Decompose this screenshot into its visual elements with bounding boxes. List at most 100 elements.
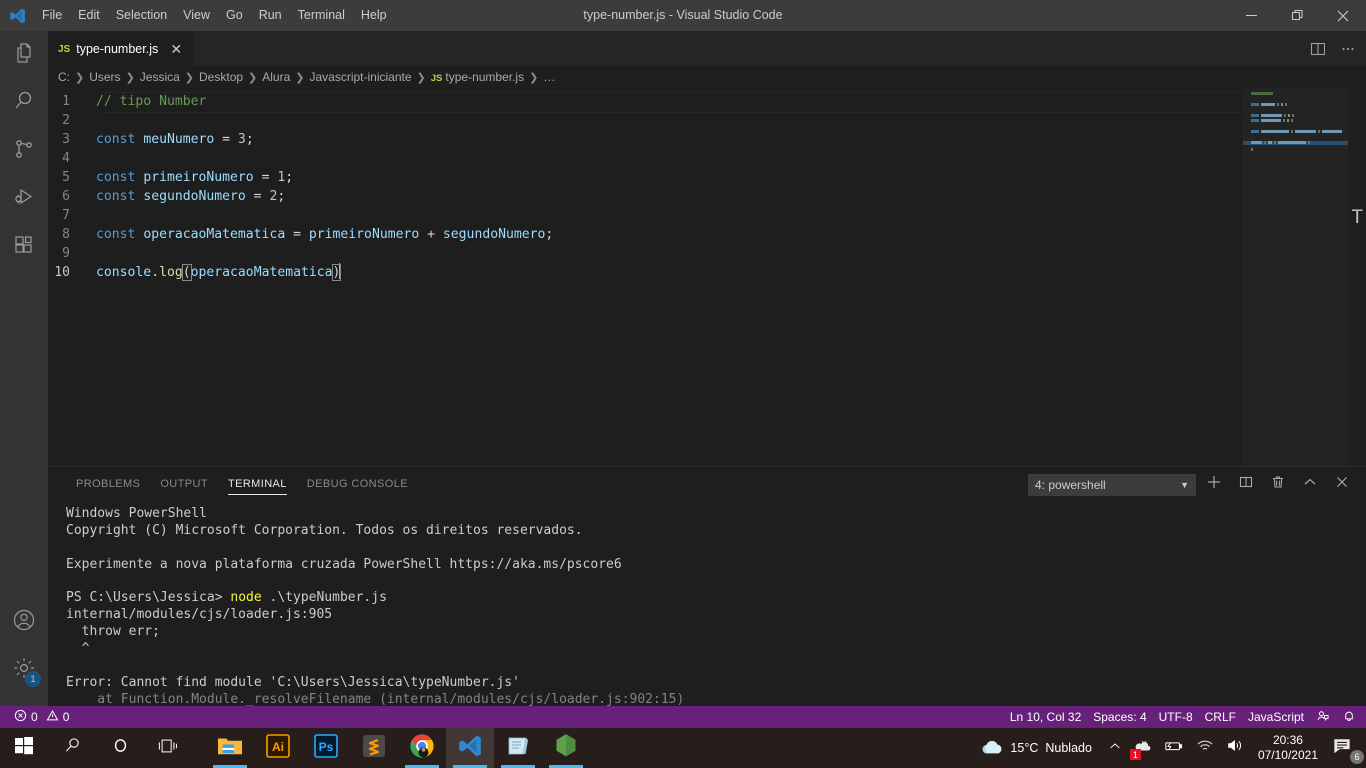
taskbar-app-file-explorer[interactable] bbox=[206, 728, 254, 768]
token-kw: const bbox=[96, 170, 136, 185]
battery-tray-icon[interactable] bbox=[1158, 728, 1190, 768]
editor-tab-actions bbox=[1304, 31, 1362, 66]
code-lines[interactable]: 1// tipo Number 2 3 const meuNumero = 3; 4 5 c… bbox=[48, 92, 1366, 282]
tab-debug-console[interactable]: DEBUG CONSOLE bbox=[297, 467, 418, 502]
status-eol[interactable]: CRLF bbox=[1199, 706, 1242, 728]
minimap[interactable] bbox=[1243, 88, 1348, 466]
menu-item-file[interactable]: File bbox=[34, 0, 70, 31]
search-icon bbox=[63, 736, 82, 760]
split-icon bbox=[1238, 474, 1254, 495]
menu-item-go[interactable]: Go bbox=[218, 0, 251, 31]
tab-terminal[interactable]: TERMINAL bbox=[218, 467, 297, 502]
status-indentation[interactable]: Spaces: 4 bbox=[1087, 706, 1152, 728]
taskbar-app-adobe-illustrator[interactable]: Ai bbox=[254, 728, 302, 768]
minimap-token bbox=[1322, 129, 1343, 133]
taskbar-app-sticky-notes[interactable] bbox=[494, 728, 542, 768]
menu-item-run[interactable]: Run bbox=[251, 0, 290, 31]
code-line[interactable]: 1 // tipo Number bbox=[48, 92, 1366, 111]
sidebar-item-run-and-debug[interactable] bbox=[0, 175, 48, 223]
breadcrumb-item-users[interactable]: Users bbox=[89, 70, 120, 84]
breadcrumb-item-c[interactable]: C: bbox=[58, 70, 70, 84]
code-line[interactable]: 9 bbox=[48, 244, 1366, 263]
code-line[interactable]: 6 const segundoNumero = 2; bbox=[48, 187, 1366, 206]
start-button[interactable] bbox=[0, 728, 48, 768]
menu-item-help[interactable]: Help bbox=[353, 0, 395, 31]
code-editor[interactable]: 1// tipo Number 2 3 const meuNumero = 3; 4 5 c… bbox=[48, 88, 1366, 466]
taskbar-app-visual-studio-code[interactable] bbox=[446, 728, 494, 768]
code-line[interactable]: 5 const primeiroNumero = 1; bbox=[48, 168, 1366, 187]
kill-terminal-button[interactable] bbox=[1264, 471, 1292, 499]
breadcrumb-item-desktop[interactable]: Desktop bbox=[199, 70, 243, 84]
status-errors-warnings[interactable]: 0 0 bbox=[8, 706, 75, 728]
minimize-icon[interactable] bbox=[1228, 0, 1274, 31]
action-center-button[interactable]: 6 bbox=[1326, 728, 1366, 768]
sidebar-item-accounts[interactable] bbox=[0, 598, 48, 646]
new-terminal-button[interactable] bbox=[1200, 471, 1228, 499]
menu-item-edit[interactable]: Edit bbox=[70, 0, 108, 31]
menu-item-view[interactable]: View bbox=[175, 0, 218, 31]
editor-tab-type-number-js[interactable]: JS type-number.js ✕ bbox=[48, 31, 195, 66]
editor-vertical-scrollbar[interactable]: T bbox=[1352, 88, 1366, 466]
volume-tray-icon[interactable] bbox=[1220, 728, 1250, 768]
network-tray-icon[interactable] bbox=[1190, 728, 1220, 768]
tab-output[interactable]: OUTPUT bbox=[150, 467, 218, 502]
task-view-button[interactable] bbox=[144, 728, 192, 768]
sidebar-item-search[interactable] bbox=[0, 79, 48, 127]
code-line[interactable]: 10 console.log(operacaoMatematica) bbox=[48, 263, 1366, 282]
close-icon[interactable] bbox=[1320, 0, 1366, 31]
cortana-button[interactable] bbox=[96, 728, 144, 768]
terminal-text: ^ bbox=[66, 641, 90, 657]
run-debug-icon bbox=[12, 185, 36, 214]
token-comment: // tipo Number bbox=[96, 94, 207, 109]
line-number: 6 bbox=[62, 189, 70, 204]
code-line[interactable]: 2 bbox=[48, 111, 1366, 130]
menu-bar[interactable]: File Edit Selection View Go Run Terminal… bbox=[34, 0, 395, 31]
breadcrumb-item-file[interactable]: JS type-number.js bbox=[431, 70, 524, 84]
terminal-selector-dropdown[interactable]: 4: powershell ▼ bbox=[1028, 473, 1196, 496]
wifi-icon bbox=[1196, 739, 1214, 758]
code-line[interactable]: 8 const operacaoMatematica = primeiroNume… bbox=[48, 225, 1366, 244]
taskbar-app-adobe-photoshop[interactable]: Ps bbox=[302, 728, 350, 768]
tab-problems[interactable]: PROBLEMS bbox=[66, 467, 150, 502]
sidebar-item-explorer[interactable] bbox=[0, 31, 48, 79]
breadcrumb-item-alura[interactable]: Alura bbox=[262, 70, 290, 84]
sidebar-item-manage-settings[interactable]: 1 bbox=[0, 646, 48, 694]
taskbar-app-sublime-text[interactable] bbox=[350, 728, 398, 768]
sidebar-item-extensions[interactable] bbox=[0, 223, 48, 271]
menu-item-selection[interactable]: Selection bbox=[108, 0, 175, 31]
taskbar-search-button[interactable] bbox=[48, 728, 96, 768]
panel-tabs[interactable]: PROBLEMS OUTPUT TERMINAL DEBUG CONSOLE bbox=[48, 467, 418, 502]
close-icon[interactable]: ✕ bbox=[168, 42, 184, 56]
breadcrumb-item-jessica[interactable]: Jessica bbox=[140, 70, 180, 84]
close-panel-button[interactable] bbox=[1328, 471, 1356, 499]
status-language-mode[interactable]: JavaScript bbox=[1242, 706, 1310, 728]
taskbar-weather[interactable]: 15°C Nublado bbox=[967, 739, 1102, 758]
cloud-icon bbox=[981, 739, 1003, 758]
menu-item-terminal[interactable]: Terminal bbox=[290, 0, 353, 31]
code-line[interactable]: 3 const meuNumero = 3; bbox=[48, 130, 1366, 149]
onedrive-tray-icon[interactable]: 1 bbox=[1128, 728, 1158, 768]
show-hidden-icons-button[interactable] bbox=[1102, 728, 1128, 768]
taskbar-app-google-chrome[interactable] bbox=[398, 728, 446, 768]
breadcrumb-item-javascript-iniciante[interactable]: Javascript-iniciante bbox=[310, 70, 412, 84]
code-line[interactable]: 7 bbox=[48, 206, 1366, 225]
terminal-output[interactable]: Windows PowerShell Copyright (C) Microsof… bbox=[48, 502, 1366, 709]
clock-time: 20:36 bbox=[1272, 733, 1303, 747]
split-editor-icon[interactable] bbox=[1304, 35, 1332, 63]
breadcrumb[interactable]: C: ❯ Users ❯ Jessica ❯ Desktop ❯ Alura ❯… bbox=[48, 66, 1366, 88]
code-line[interactable]: 4 bbox=[48, 149, 1366, 168]
ellipsis-icon[interactable] bbox=[1334, 35, 1362, 63]
status-notifications[interactable] bbox=[1336, 706, 1362, 728]
split-terminal-button[interactable] bbox=[1232, 471, 1260, 499]
taskbar-app-node-js[interactable] bbox=[542, 728, 590, 768]
status-cursor-position[interactable]: Ln 10, Col 32 bbox=[1004, 706, 1087, 728]
window-controls[interactable] bbox=[1228, 0, 1366, 31]
breadcrumb-item-more[interactable]: … bbox=[543, 70, 555, 84]
status-live-share[interactable] bbox=[1310, 706, 1336, 728]
sidebar-item-source-control[interactable] bbox=[0, 127, 48, 175]
status-encoding[interactable]: UTF-8 bbox=[1153, 706, 1199, 728]
maximize-restore-icon[interactable] bbox=[1274, 0, 1320, 31]
maximize-panel-button[interactable] bbox=[1296, 471, 1324, 499]
taskbar-clock[interactable]: 20:36 07/10/2021 bbox=[1250, 733, 1326, 763]
